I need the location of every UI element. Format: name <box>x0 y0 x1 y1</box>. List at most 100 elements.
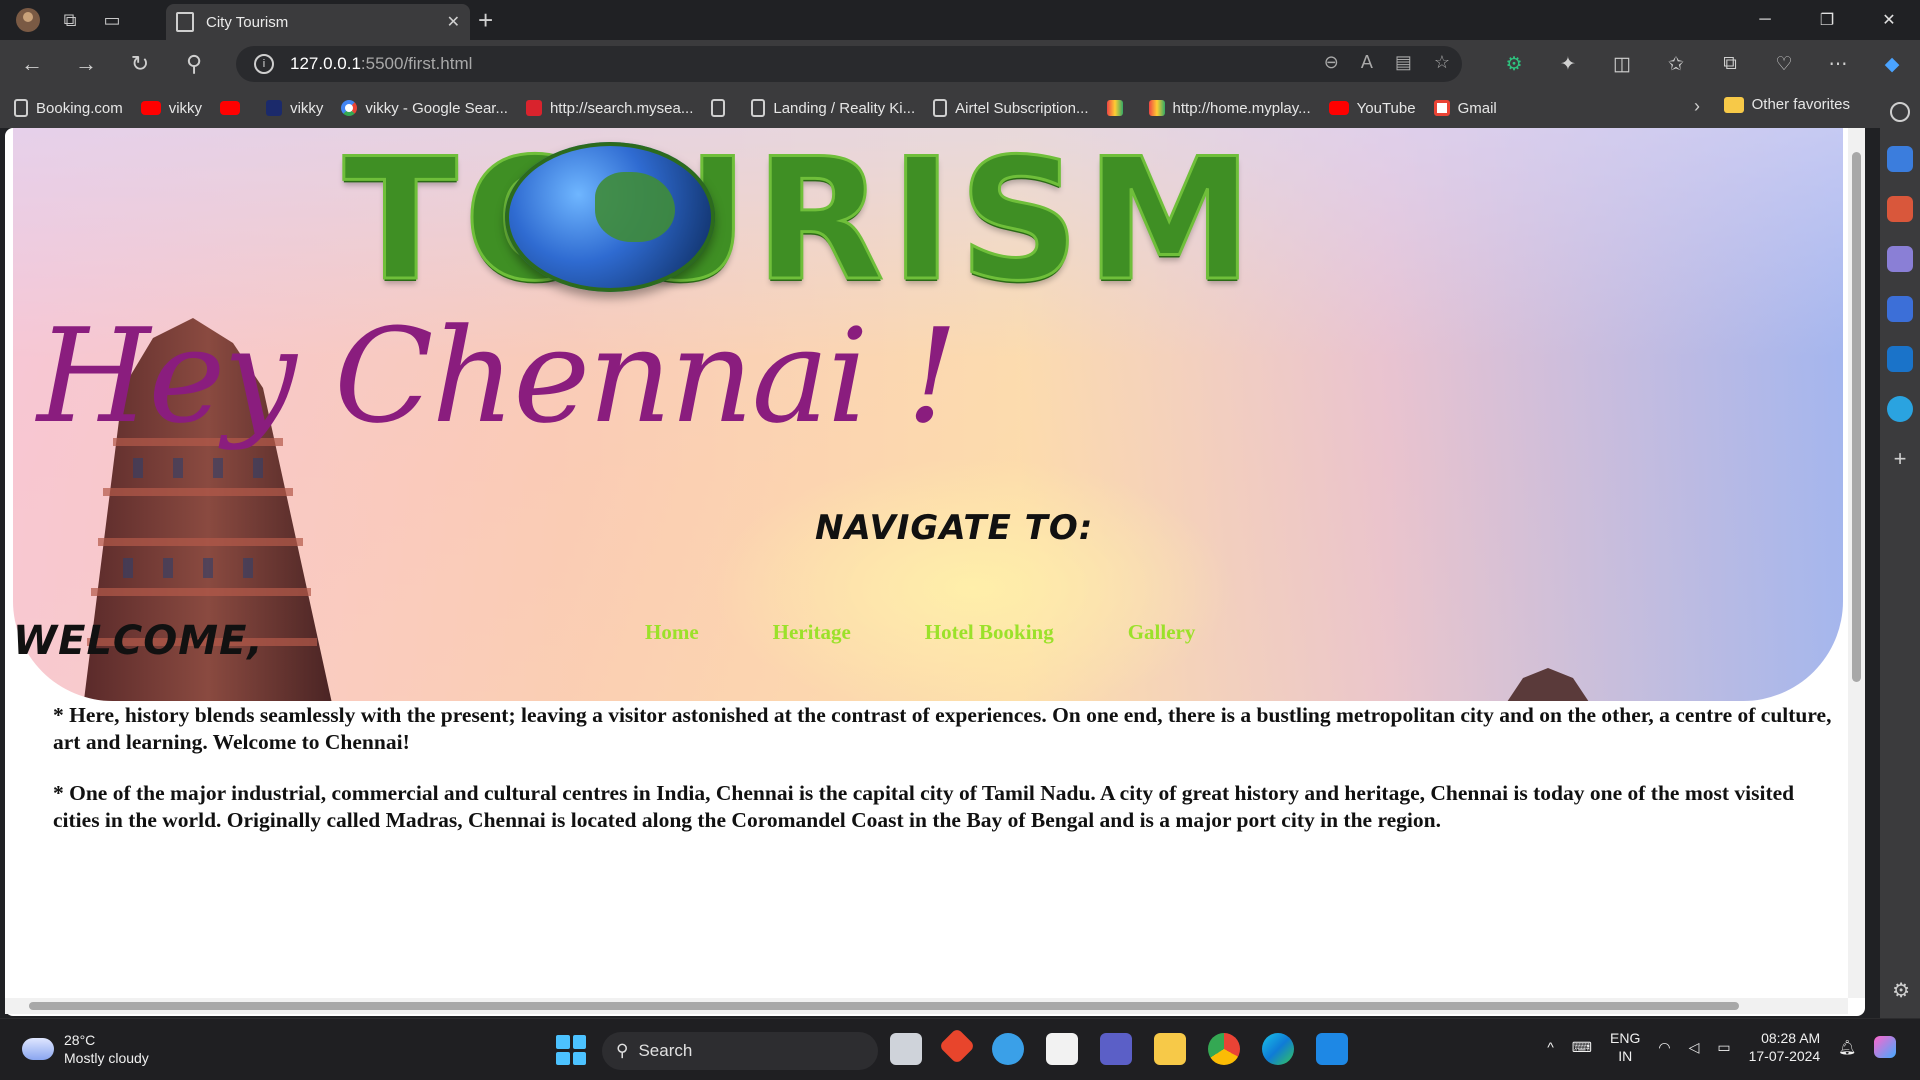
page-icon <box>176 12 194 32</box>
chrome-icon[interactable] <box>1208 1033 1240 1065</box>
forward-button[interactable]: → <box>64 44 108 84</box>
settings-gear-icon[interactable]: ⚙ <box>1892 978 1910 1003</box>
search-icon: ⚲ <box>616 1041 629 1060</box>
keyboard-icon[interactable]: ⌨ <box>1572 1039 1592 1056</box>
bookmark-item[interactable]: vikky - Google Sear... <box>341 100 508 117</box>
clock[interactable]: 08:28 AM 17-07-2024 <box>1749 1029 1821 1065</box>
bookmark-item[interactable] <box>220 101 248 115</box>
favorite-star-icon[interactable]: ☆ <box>1434 52 1450 73</box>
bookmark-item[interactable]: Airtel Subscription... <box>933 99 1089 117</box>
more-menu-icon[interactable]: ⋯ <box>1818 44 1858 84</box>
nav-link-heritage[interactable]: Heritage <box>773 620 851 645</box>
vertical-scrollbar[interactable] <box>1848 128 1865 998</box>
tools-icon[interactable] <box>1887 196 1913 222</box>
chevron-right-icon[interactable]: › <box>1694 96 1700 117</box>
minimize-button[interactable]: ─ <box>1734 0 1796 40</box>
bookmark-item[interactable] <box>711 99 733 117</box>
nav-link-gallery[interactable]: Gallery <box>1128 620 1196 645</box>
copilot-icon[interactable]: ◆ <box>1872 44 1912 84</box>
back-button[interactable]: ← <box>10 44 54 84</box>
bookmark-item[interactable]: YouTube <box>1328 100 1416 117</box>
workspaces-icon[interactable]: ⧉ <box>52 2 88 38</box>
other-favorites[interactable]: Other favorites <box>1723 96 1850 113</box>
start-button[interactable] <box>556 1035 586 1065</box>
page-icon <box>14 99 28 117</box>
copilot-icon[interactable] <box>1874 1036 1896 1058</box>
ask-icon <box>525 100 542 116</box>
games-icon[interactable] <box>1887 246 1913 272</box>
search-sidebar-icon[interactable] <box>1890 102 1910 122</box>
extensions-icon[interactable]: ✦ <box>1548 44 1588 84</box>
language-indicator[interactable]: ENG IN <box>1610 1029 1640 1065</box>
scroll-thumb[interactable] <box>29 1002 1739 1010</box>
bookmark-item[interactable]: http://search.mysea... <box>525 100 693 117</box>
copilot-extension-icon[interactable]: ⚙ <box>1494 44 1534 84</box>
microsoft-365-icon[interactable] <box>1887 296 1913 322</box>
outlook-icon[interactable] <box>1887 346 1913 372</box>
vscode-icon[interactable] <box>1316 1033 1348 1065</box>
new-tab-button[interactable]: + <box>478 4 493 36</box>
weather-widget[interactable]: 28°C Mostly cloudy <box>22 1031 149 1067</box>
favorites-icon[interactable]: ✩ <box>1656 44 1696 84</box>
teams-icon[interactable] <box>1100 1033 1132 1065</box>
search-icon[interactable]: ⚲ <box>172 44 216 84</box>
bookmark-item[interactable]: vikky <box>266 100 323 117</box>
books-icon <box>1148 100 1165 116</box>
folder-icon <box>1723 96 1744 113</box>
battery-icon[interactable]: ▭ <box>1717 1039 1730 1056</box>
shopping-icon[interactable] <box>1887 146 1913 172</box>
cloud-icon <box>22 1038 54 1060</box>
chevron-up-icon[interactable]: ^ <box>1547 1039 1554 1055</box>
wifi-icon[interactable]: ◠ <box>1658 1039 1670 1056</box>
bookmark-item[interactable]: vikky <box>140 100 202 117</box>
microsoft-store-icon[interactable] <box>1046 1033 1078 1065</box>
browser-essentials-icon[interactable]: ♡ <box>1764 44 1804 84</box>
file-explorer-icon[interactable] <box>1154 1033 1186 1065</box>
app-icon <box>266 100 283 116</box>
app-icon[interactable] <box>992 1033 1024 1065</box>
youtube-icon <box>140 101 161 115</box>
bookmark-item[interactable] <box>1106 100 1131 116</box>
site-info-icon[interactable]: i <box>254 54 274 74</box>
collections-icon[interactable]: ⧉ <box>1710 44 1750 84</box>
volume-icon[interactable]: ◁ <box>1689 1039 1700 1056</box>
zoom-icon[interactable]: ⊖ <box>1324 52 1339 73</box>
date: 17-07-2024 <box>1748 1048 1821 1064</box>
title-bar-left: ⧉ ▭ <box>0 2 130 38</box>
address-path: :5500/first.html <box>360 54 473 73</box>
taskbar-search[interactable]: ⚲ Search <box>602 1032 878 1070</box>
nav-links: Home Heritage Hotel Booking Gallery <box>645 620 1195 645</box>
app-icon[interactable] <box>938 1027 976 1065</box>
add-sidebar-icon[interactable]: + <box>1894 446 1907 472</box>
restore-button[interactable]: ❐ <box>1796 0 1858 40</box>
read-aloud-icon[interactable]: A <box>1361 52 1373 73</box>
bookmark-item[interactable]: Landing / Reality Ki... <box>751 99 915 117</box>
youtube-icon <box>1328 101 1349 115</box>
page-icon <box>933 99 948 117</box>
vertical-tabs-icon[interactable]: ▭ <box>94 2 130 38</box>
youtube-icon <box>220 101 241 115</box>
address-host: 127.0.0.1 <box>290 54 361 73</box>
tab-city-tourism[interactable]: City Tourism ✕ <box>166 4 470 40</box>
welcome-heading: WELCOME, <box>13 618 264 664</box>
refresh-button[interactable]: ↻ <box>118 44 162 84</box>
close-window-button[interactable]: ✕ <box>1858 0 1920 40</box>
scroll-thumb[interactable] <box>1852 152 1861 682</box>
profile-avatar-icon[interactable] <box>10 2 46 38</box>
edge-icon[interactable] <box>1262 1033 1294 1065</box>
horizontal-scrollbar[interactable] <box>5 998 1848 1014</box>
bookmark-item[interactable]: http://home.myplay... <box>1148 100 1311 117</box>
telegram-icon[interactable] <box>1887 396 1913 422</box>
close-tab-icon[interactable]: ✕ <box>447 12 460 32</box>
nav-link-home[interactable]: Home <box>645 620 699 645</box>
notification-bell-icon[interactable]: 🔔︎ <box>1838 1039 1856 1056</box>
nav-link-hotel-booking[interactable]: Hotel Booking <box>925 620 1054 645</box>
bookmark-item[interactable]: Booking.com <box>14 99 123 117</box>
immersive-reader-icon[interactable]: ▤ <box>1395 52 1412 73</box>
split-screen-icon[interactable]: ◫ <box>1602 44 1642 84</box>
time: 08:28 AM <box>1761 1030 1821 1046</box>
navigate-label: NAVIGATE TO: <box>815 508 1094 548</box>
bookmark-item[interactable]: Gmail <box>1433 100 1497 117</box>
address-bar[interactable]: i 127.0.0.1:5500/first.html ⊖ A ▤ ☆ <box>236 46 1462 82</box>
task-view-icon[interactable] <box>890 1033 922 1065</box>
